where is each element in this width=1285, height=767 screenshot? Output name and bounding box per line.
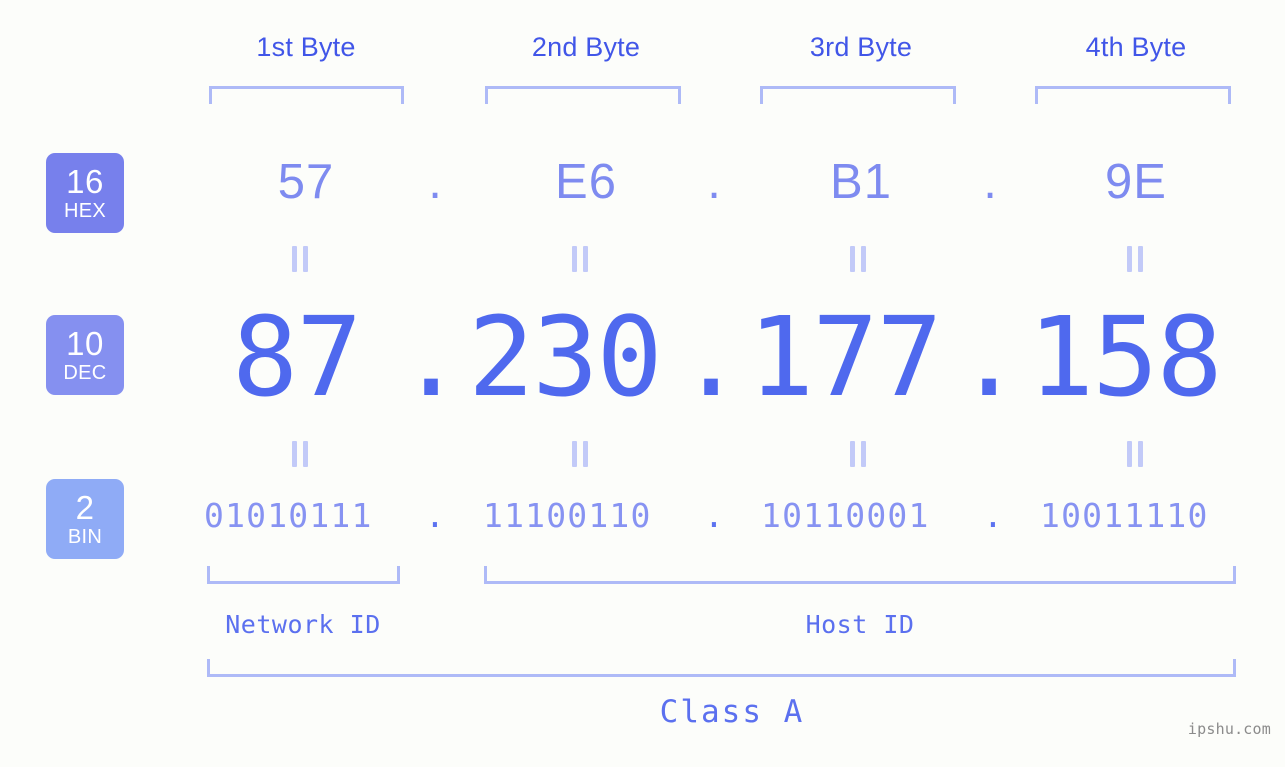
dec-separator-3: . — [956, 293, 1023, 421]
base-badge-hex-name: HEX — [63, 200, 107, 222]
network-id-bracket — [207, 566, 400, 584]
equals-mark-hex-dec-3 — [848, 246, 870, 272]
equals-mark-dec-bin-3 — [848, 441, 870, 467]
hex-separator-3: . — [983, 155, 997, 209]
decimal-row: 87 . 230 . 177 . 158 — [0, 292, 1285, 422]
bin-octet-1: 01010111 — [204, 496, 373, 535]
class-label: Class A — [659, 694, 805, 730]
bin-separator-3: . — [983, 496, 1003, 535]
hex-octet-2: E6 — [555, 155, 617, 209]
ip-breakdown-diagram: 1st Byte 2nd Byte 3rd Byte 4th Byte 16 H… — [0, 0, 1285, 767]
dec-separator-2: . — [678, 293, 745, 421]
bin-octet-2: 11100110 — [483, 496, 652, 535]
dec-octet-3: 177 — [748, 293, 943, 421]
hex-separator-2: . — [707, 155, 721, 209]
byte-bracket-top-1 — [209, 86, 404, 104]
dec-separator-1: . — [398, 293, 465, 421]
bin-separator-1: . — [425, 496, 445, 535]
byte-header-1: 1st Byte — [256, 32, 356, 62]
network-id-label: Network ID — [225, 610, 381, 639]
bin-octet-4: 10011110 — [1040, 496, 1209, 535]
bin-separator-2: . — [704, 496, 724, 535]
byte-header-3: 3rd Byte — [809, 32, 913, 62]
hex-separator-1: . — [428, 155, 442, 209]
byte-header-2: 2nd Byte — [531, 32, 641, 62]
dec-octet-2: 230 — [468, 293, 663, 421]
dec-octet-4: 158 — [1028, 293, 1223, 421]
byte-bracket-top-2 — [485, 86, 681, 104]
equals-mark-dec-bin-1 — [290, 441, 312, 467]
byte-bracket-top-3 — [760, 86, 956, 104]
equals-mark-hex-dec-1 — [290, 246, 312, 272]
bin-octet-3: 10110001 — [761, 496, 930, 535]
watermark: ipshu.com — [1187, 720, 1271, 738]
byte-bracket-top-4 — [1035, 86, 1231, 104]
host-id-bracket — [484, 566, 1236, 584]
base-badge-hex-number: 16 — [66, 163, 104, 200]
hex-octet-1: 57 — [277, 155, 335, 209]
class-bracket — [207, 659, 1236, 677]
byte-header-4: 4th Byte — [1085, 32, 1187, 62]
host-id-label: Host ID — [805, 610, 915, 639]
equals-mark-hex-dec-2 — [570, 246, 592, 272]
base-badge-bin-name: BIN — [67, 526, 103, 548]
equals-mark-dec-bin-2 — [570, 441, 592, 467]
hex-octet-4: 9E — [1105, 155, 1167, 209]
hex-octet-3: B1 — [830, 155, 892, 209]
base-badge-bin: 2 BIN — [46, 479, 124, 559]
equals-mark-dec-bin-4 — [1125, 441, 1147, 467]
dec-octet-1: 87 — [232, 293, 362, 421]
base-badge-hex: 16 HEX — [46, 153, 124, 233]
base-badge-bin-number: 2 — [75, 489, 95, 526]
equals-mark-hex-dec-4 — [1125, 246, 1147, 272]
